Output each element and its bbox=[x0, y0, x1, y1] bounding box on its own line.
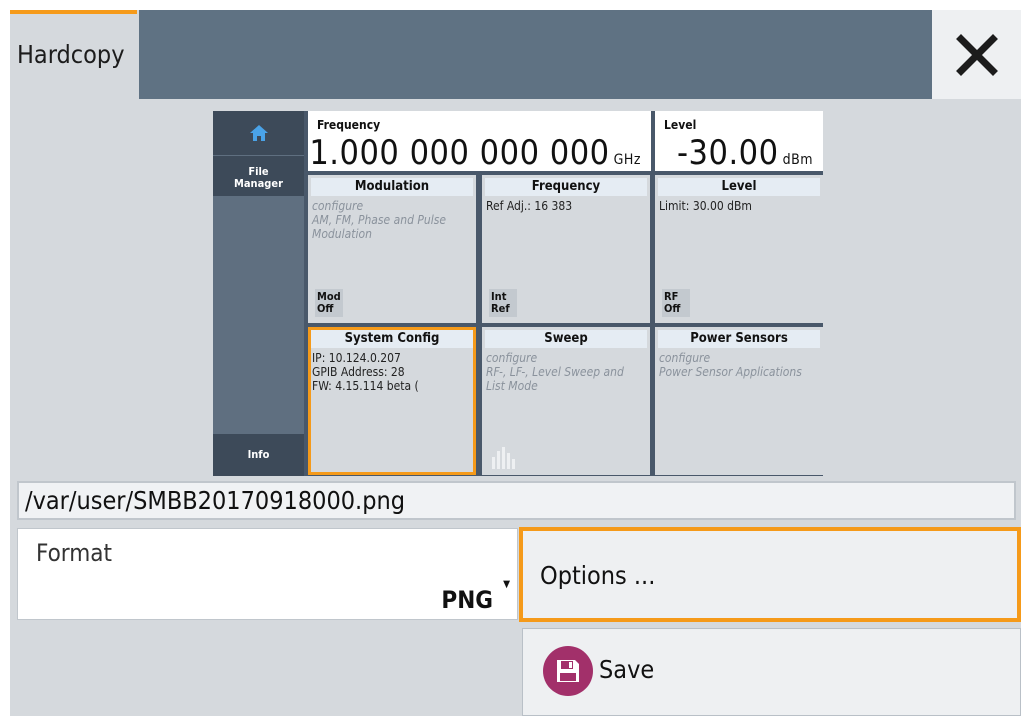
tile-title: Sweep bbox=[485, 330, 647, 348]
options-button[interactable]: Options ... bbox=[519, 527, 1021, 622]
tile-tag: Int Ref bbox=[489, 289, 517, 317]
sweep-icon bbox=[492, 447, 515, 469]
tile-text: Limit: 30.00 dBm bbox=[659, 199, 752, 213]
close-button[interactable] bbox=[932, 10, 1021, 99]
preview-frequency-unit: GHz bbox=[613, 152, 641, 168]
preview-frequency-number: 1.000 000 000 000 bbox=[309, 133, 610, 173]
preview-tile-system-config: System Config IP: 10.124.0.207 GPIB Addr… bbox=[308, 327, 476, 475]
format-value: PNG bbox=[441, 586, 493, 614]
preview-sidebar: File Manager Info bbox=[213, 111, 304, 476]
close-icon bbox=[955, 33, 998, 76]
preview-frequency-display: Frequency 1.000 000 000 000 GHz bbox=[308, 111, 651, 173]
tile-title: Level bbox=[658, 178, 820, 196]
dropdown-caret-icon: ▼ bbox=[503, 579, 510, 590]
format-label: Format bbox=[36, 539, 112, 567]
tile-tag: RF Off bbox=[662, 289, 690, 317]
title-tab: Hardcopy bbox=[10, 10, 139, 99]
preview-tile-level: Level Limit: 30.00 dBm RF Off bbox=[655, 175, 823, 323]
tile-text: Ref Adj.: 16 383 bbox=[486, 199, 573, 213]
tile-title: Frequency bbox=[485, 178, 647, 196]
tile-tag: Mod Off bbox=[315, 289, 343, 317]
floppy-disk-icon bbox=[543, 646, 593, 696]
preview-tile-sweep: Sweep configure RF-, LF-, Level Sweep an… bbox=[482, 327, 650, 475]
tile-text: configure Power Sensor Applications bbox=[659, 351, 802, 379]
save-button[interactable]: Save bbox=[522, 628, 1021, 716]
save-label: Save bbox=[599, 655, 655, 684]
preview-home bbox=[213, 111, 304, 155]
file-path-field[interactable]: /var/user/SMBB20170918000.png bbox=[17, 481, 1016, 520]
options-label: Options ... bbox=[540, 561, 656, 590]
tile-title: Modulation bbox=[311, 178, 473, 196]
tile-text: IP: 10.124.0.207 GPIB Address: 28 FW: 4.… bbox=[312, 351, 419, 393]
preview-tile-frequency: Frequency Ref Adj.: 16 383 Int Ref bbox=[482, 175, 650, 323]
hardcopy-dialog: Hardcopy File Manager Info Frequency 1.0… bbox=[10, 10, 1021, 716]
preview-tile-modulation: Modulation configure AM, FM, Phase and P… bbox=[308, 175, 476, 323]
tile-text: configure AM, FM, Phase and Pulse Modula… bbox=[312, 199, 446, 241]
preview-tile-power-sensors: Power Sensors configure Power Sensor App… bbox=[655, 327, 823, 475]
preview-file-manager: File Manager bbox=[213, 156, 304, 196]
home-icon bbox=[249, 125, 268, 141]
format-select[interactable]: Format ▼ PNG bbox=[17, 528, 518, 620]
preview-frequency-label: Frequency bbox=[317, 118, 381, 132]
preview-level-value: -30.00 dBm bbox=[677, 133, 813, 173]
hardcopy-preview: File Manager Info Frequency 1.000 000 00… bbox=[213, 111, 823, 476]
title-bar bbox=[139, 10, 932, 99]
preview-level-unit: dBm bbox=[782, 152, 813, 168]
preview-level-number: -30.00 bbox=[676, 133, 779, 173]
title-accent bbox=[10, 10, 137, 14]
tile-title: Power Sensors bbox=[658, 330, 820, 348]
tile-title: System Config bbox=[311, 330, 473, 348]
preview-info: Info bbox=[213, 434, 304, 476]
preview-level-display: Level -30.00 dBm bbox=[655, 111, 823, 173]
preview-level-label: Level bbox=[664, 118, 697, 132]
tile-text: configure RF-, LF-, Level Sweep and List… bbox=[486, 351, 624, 393]
dialog-title: Hardcopy bbox=[17, 40, 125, 69]
preview-frequency-value: 1.000 000 000 000 GHz bbox=[309, 133, 641, 173]
